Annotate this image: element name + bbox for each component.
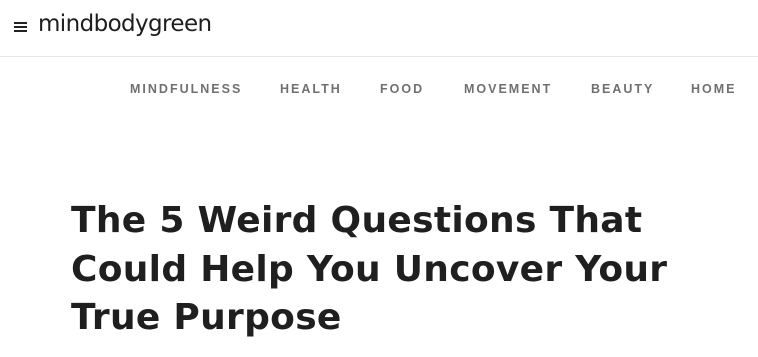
site-logo[interactable]: mindbodygreen [38, 9, 212, 39]
nav-item-beauty[interactable]: BEAUTY [591, 80, 654, 98]
page: mindbodygreen MINDFULNESS HEALTH FOOD MO… [0, 0, 758, 357]
nav-item-movement[interactable]: MOVEMENT [464, 80, 552, 98]
article-title: The 5 Weird Questions That Could Help Yo… [71, 200, 668, 338]
nav-item-home[interactable]: HOME [691, 80, 737, 98]
nav-item-health[interactable]: HEALTH [280, 80, 342, 98]
nav-item-food[interactable]: FOOD [380, 80, 424, 98]
menu-button[interactable] [13, 19, 29, 35]
nav-item-mindfulness[interactable]: MINDFULNESS [130, 80, 242, 98]
hamburger-menu-icon [14, 22, 27, 32]
category-nav: MINDFULNESS HEALTH FOOD MOVEMENT BEAUTY … [0, 80, 758, 98]
site-header: mindbodygreen [0, 0, 758, 57]
